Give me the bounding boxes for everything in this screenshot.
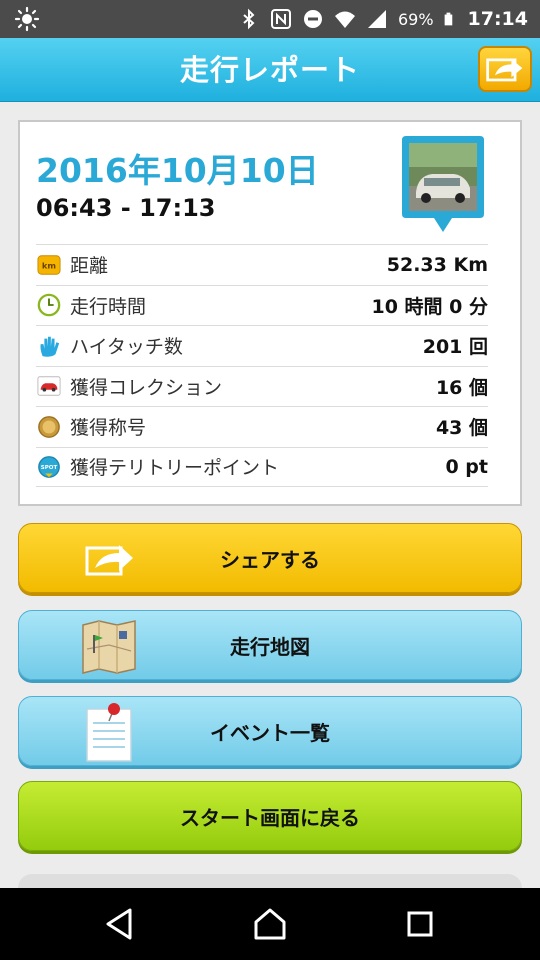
app-header: 走行レポート [0,38,540,102]
spot-badge-text: SPOT [41,465,58,471]
nfc-icon [270,9,291,29]
report-date: 2016年10月10日 [36,151,319,190]
event-list-button-label: イベント一覧 [210,720,330,745]
km-icon: km [36,252,62,278]
battery-percent: 69% [397,9,434,29]
stat-value: 0 pt [445,455,488,478]
page-title: 走行レポート [179,53,360,87]
drive-map-button[interactable]: 走行地図 [18,610,522,680]
wifi-icon [334,11,355,28]
stat-label: 走行時間 [70,295,147,318]
stat-row-collection: 獲得コレクション 16 個 [36,365,488,407]
back-icon[interactable] [98,902,142,946]
stat-label: 獲得テリトリーポイント [70,457,280,480]
stat-label: 距離 [70,255,109,278]
stats-list: km 距離 52.33 Km 走行時間 10 時間 0 分 ハイタッチ数 201… [36,244,488,487]
stat-label: ハイタッチ数 [70,336,183,359]
stat-value: 52.33 Km [386,253,488,276]
memo-pin-icon [86,703,132,762]
signal-icon [367,10,386,28]
clock-icon [36,292,62,318]
report-time-range: 06:43 - 17:13 [36,194,216,222]
spot-icon: SPOT [36,454,62,480]
home-icon[interactable] [248,902,292,946]
high-touch-hand-icon [36,333,62,359]
share-button[interactable]: シェアする [18,523,522,593]
stat-value: 201 回 [422,336,488,359]
share-button-label: シェアする [220,547,320,572]
brightness-icon [14,6,40,32]
back-to-start-button[interactable]: スタート画面に戻る [18,781,522,851]
car-photo-pin[interactable] [402,136,484,236]
back-to-start-button-label: スタート画面に戻る [180,805,360,830]
title-medal-icon [36,414,62,440]
recent-apps-icon[interactable] [398,902,442,946]
do-not-disturb-icon [303,10,322,28]
status-bar: 69% 17:14 [0,0,540,38]
report-card: 2016年10月10日 06:43 - 17:13 km 距離 52.33 Km [18,120,522,506]
stat-value: 16 個 [435,376,488,399]
system-nav-bar [0,888,540,960]
km-badge-text: km [42,260,56,270]
stat-label: 獲得コレクション [70,376,223,399]
map-icon [82,620,136,674]
event-list-button[interactable]: イベント一覧 [18,696,522,766]
clock-time: 17:14 [467,8,528,30]
share-arrow-icon [85,545,133,576]
stat-row-drive-time: 走行時間 10 時間 0 分 [36,284,488,326]
battery-icon [444,12,452,26]
share-arrow-icon [486,58,523,82]
stat-value: 10 時間 0 分 [371,295,488,318]
car-collection-icon [36,373,62,399]
stat-row-territory: SPOT 獲得テリトリーポイント 0 pt [36,446,488,487]
stat-value: 43 個 [435,417,488,440]
stat-row-titles: 獲得称号 43 個 [36,406,488,447]
stat-row-distance: km 距離 52.33 Km [36,244,488,285]
stat-label: 獲得称号 [70,417,147,440]
header-share-button[interactable] [478,46,532,92]
drive-map-button-label: 走行地図 [230,634,310,659]
stat-row-high-touch: ハイタッチ数 201 回 [36,325,488,366]
bluetooth-icon [243,8,255,30]
